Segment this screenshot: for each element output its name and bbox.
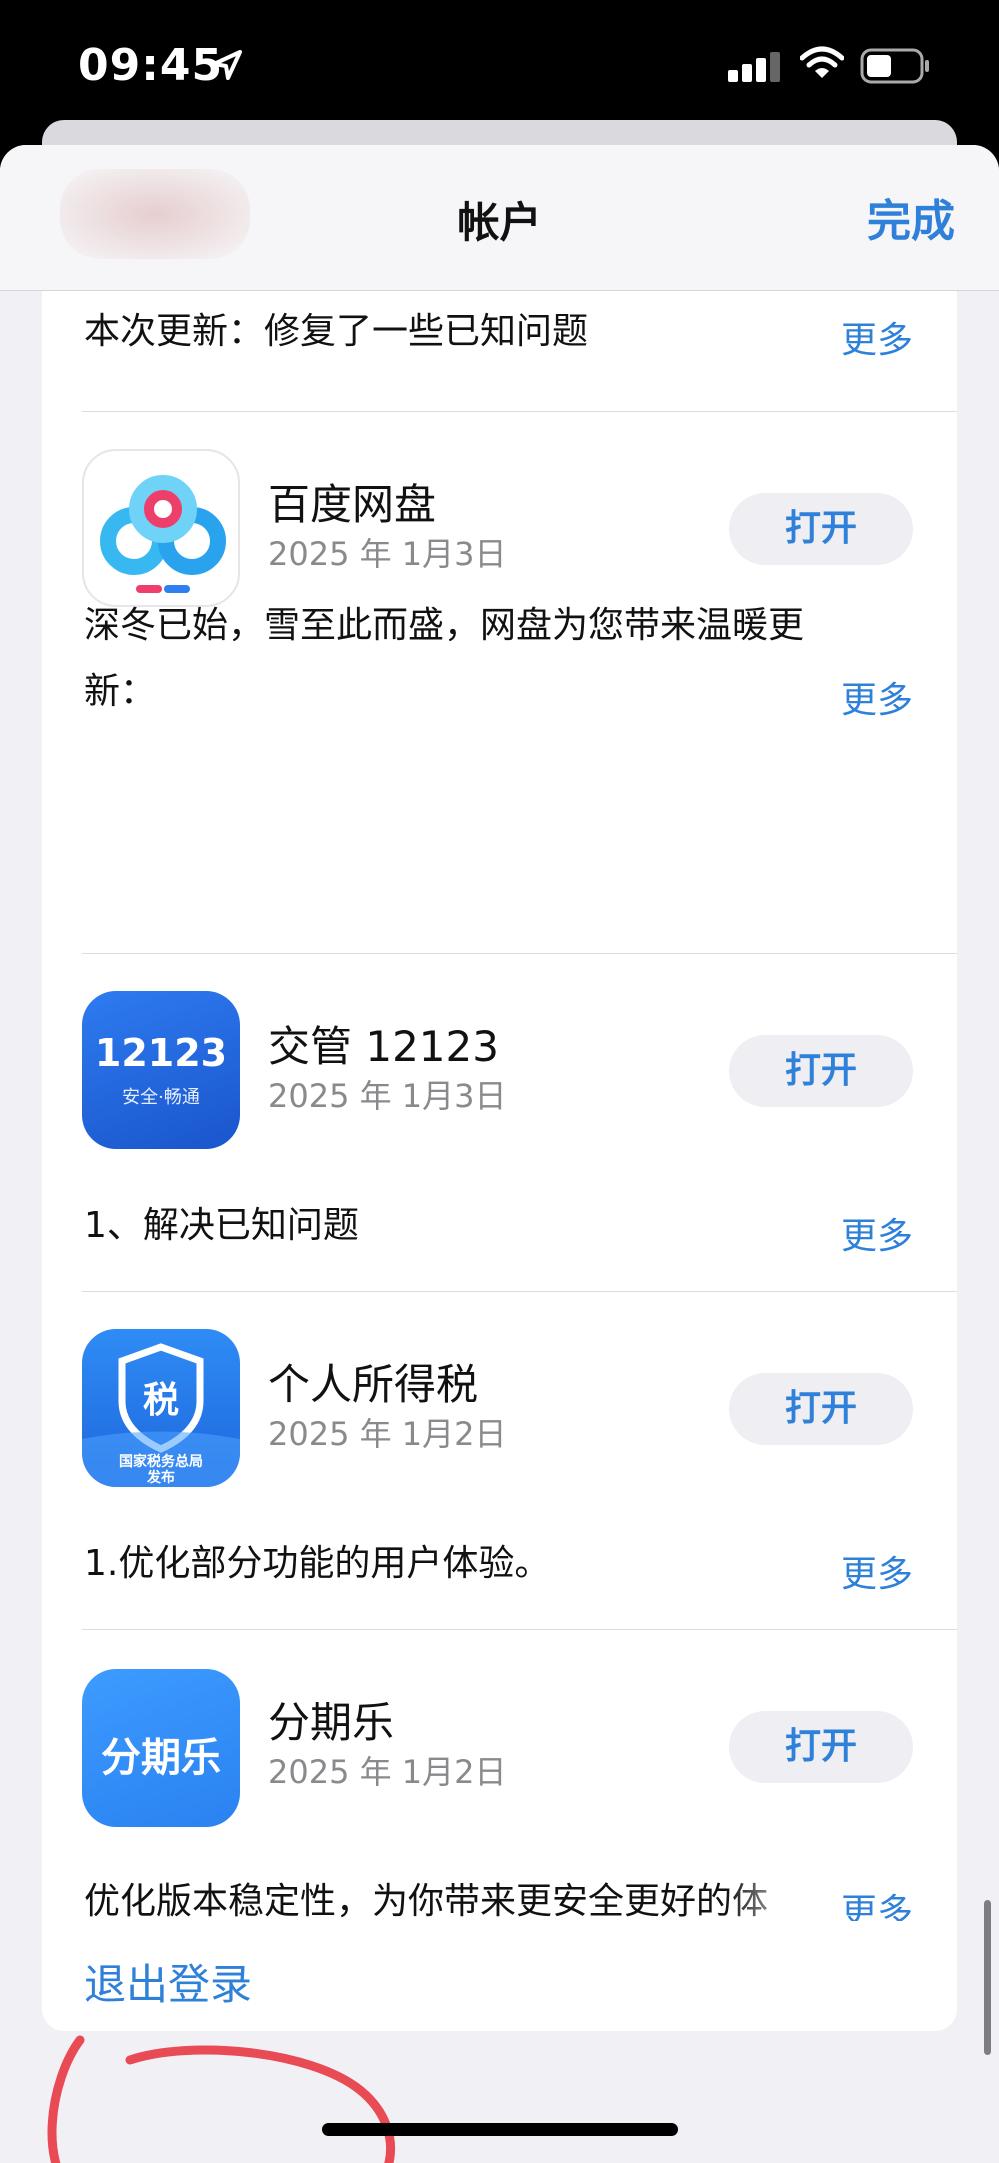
app-date: 2025 年 1月3日 — [268, 535, 507, 573]
divider — [82, 1629, 957, 1630]
icon-subtext: 发布 — [147, 1470, 175, 1486]
fenqile-app-icon[interactable]: 分期乐 — [82, 1669, 240, 1827]
app-date: 2025 年 1月3日 — [268, 1077, 507, 1115]
update-note: 深冬已始，雪至此而盛，网盘为您带来温暖更 — [84, 605, 805, 646]
baidu-netdisk-app-icon[interactable] — [82, 449, 240, 607]
done-button[interactable]: 完成 — [867, 185, 955, 249]
battery-icon — [860, 48, 929, 84]
more-link[interactable]: 更多 — [841, 671, 913, 723]
app-name: 个人所得税 — [268, 1360, 479, 1409]
wifi-icon — [800, 46, 844, 78]
divider — [82, 953, 957, 954]
app-name: 交管 12123 — [268, 1022, 499, 1071]
location-arrow-icon — [212, 50, 242, 80]
annotation-circle — [47, 2035, 396, 2163]
jiaoguan-12123-app-icon[interactable]: 12123 安全·畅通 — [82, 991, 240, 1149]
home-indicator[interactable] — [322, 2123, 678, 2136]
nav-bar: 帐户 完成 — [0, 145, 999, 291]
icon-subtext: 安全·畅通 — [122, 1087, 200, 1108]
app-name: 分期乐 — [268, 1698, 395, 1747]
open-button[interactable]: 打开 — [729, 1035, 913, 1107]
cellular-signal-icon — [728, 52, 780, 82]
logout-label: 退出登录 — [84, 1960, 253, 2009]
icon-text: 税 — [142, 1380, 179, 1421]
app-date: 2025 年 1月2日 — [268, 1415, 507, 1453]
app-date: 2025 年 1月2日 — [268, 1753, 507, 1791]
divider — [82, 411, 957, 412]
logout-button[interactable]: 退出登录 — [42, 1921, 957, 2031]
open-button[interactable]: 打开 — [729, 1373, 913, 1445]
more-link[interactable]: 更多 — [841, 1545, 913, 1597]
update-note: 新： — [84, 671, 157, 712]
update-note: 本次更新：修复了一些已知问题 — [84, 311, 589, 352]
open-button[interactable]: 打开 — [729, 1711, 913, 1783]
more-link[interactable]: 更多 — [841, 1207, 913, 1259]
more-link[interactable]: 更多 — [841, 311, 913, 363]
update-note: 1、解决已知问题 — [84, 1205, 359, 1246]
open-button[interactable]: 打开 — [729, 493, 913, 565]
personal-income-tax-app-icon[interactable]: 税 国家税务总局 发布 — [82, 1329, 240, 1487]
update-note: 1.优化部分功能的用户体验。 — [84, 1543, 551, 1584]
status-time: 09:45 — [78, 40, 224, 91]
scrollbar[interactable] — [984, 1900, 991, 2055]
icon-text: 分期乐 — [101, 1735, 221, 1781]
updates-list: 本次更新：修复了一些已知问题 更多 百度网盘 2025 年 1月3日 打开 深冬… — [42, 291, 957, 1967]
status-bar: 09:45 — [0, 0, 999, 140]
icon-text: 12123 — [94, 1031, 228, 1075]
page-title: 帐户 — [457, 198, 542, 247]
divider — [82, 1291, 957, 1292]
app-name: 百度网盘 — [268, 480, 437, 529]
account-sheet: 帐户 完成 本次更新：修复了一些已知问题 更多 百度网盘 2025 年 1月3日… — [0, 145, 999, 2163]
